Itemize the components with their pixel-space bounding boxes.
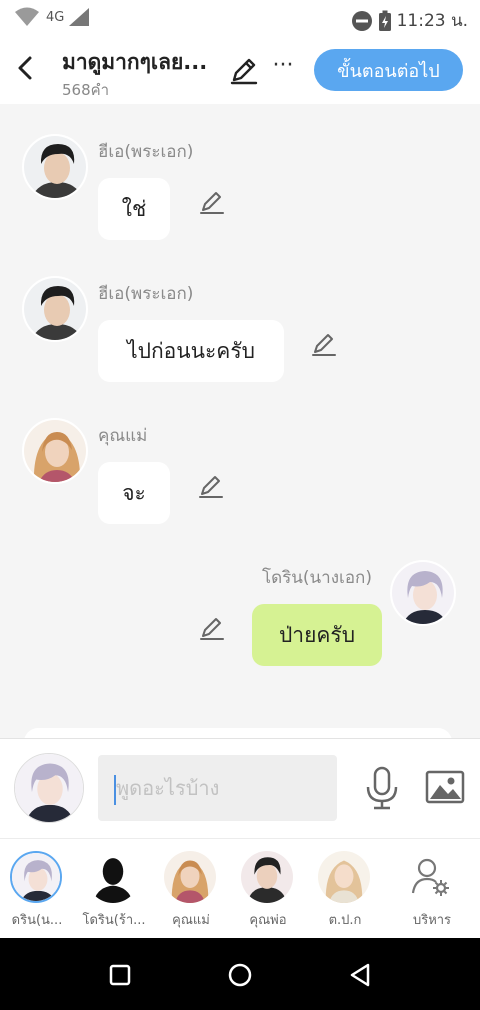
avatar-woman-blonde[interactable] [22, 418, 88, 484]
message-bubble[interactable]: จะ [98, 462, 170, 524]
character-label: ต.ป.ก [328, 913, 362, 928]
character-label: โดริน(ร้า... [82, 913, 146, 928]
text-caret [114, 775, 116, 805]
character-label: บริหาร [412, 913, 452, 928]
message-bubble[interactable]: ไปก่อนนะครับ [98, 320, 284, 382]
edit-message-button[interactable] [198, 188, 226, 216]
recents-button[interactable] [105, 960, 135, 990]
character-avatar-silhouette [87, 851, 139, 903]
sender-name: ฮีเอ(พระเอก) [98, 284, 194, 304]
edit-message-button[interactable] [197, 472, 225, 500]
character-label: คุณแม่ [172, 913, 210, 928]
character-selector: ดริน(น... โดริน(ร้า... คุณแม่ คุณพ่อ ต.ป… [0, 838, 480, 938]
system-nav-bar [0, 938, 480, 1010]
character-avatar-silver-hair [10, 851, 62, 903]
more-options-button[interactable]: ··· [268, 55, 298, 84]
do-not-disturb-icon [351, 10, 372, 31]
edit-title-button[interactable] [228, 54, 260, 86]
manage-icon [405, 851, 457, 903]
character-item[interactable]: ต.ป.ก [308, 849, 382, 935]
message-bubble[interactable]: ป่ายครับ [252, 604, 382, 666]
signal-icon [69, 8, 90, 26]
pencil-icon [230, 58, 258, 85]
manage-characters-button[interactable]: บริหาร [395, 849, 469, 935]
sender-name: ฮีเอ(พระเอก) [98, 142, 194, 162]
image-icon [425, 770, 465, 804]
character-label: คุณพ่อ [249, 913, 287, 928]
avatar-man-dark-hair[interactable] [22, 276, 88, 342]
sender-name: โดริน(นางเอก) [262, 568, 372, 588]
edit-message-button[interactable] [198, 614, 226, 642]
character-item[interactable]: คุณแม่ [154, 849, 228, 935]
chevron-left-icon [18, 56, 32, 80]
back-nav-button[interactable] [345, 960, 375, 990]
message-composer [0, 738, 480, 838]
avatar-man-dark-hair[interactable] [22, 134, 88, 200]
message-input-box[interactable] [98, 755, 337, 821]
triangle-back-icon [350, 963, 370, 987]
pencil-icon [312, 334, 336, 356]
character-label: ดริน(น... [11, 913, 63, 928]
app-header: มาดูมากๆเลย... 568คำ ··· ขั้นตอนต่อไป [0, 36, 480, 104]
chat-area: ฮีเอ(พระเอก) ใช่ ฮีเอ(พระเอก) ไปก่อนนะคร… [0, 104, 480, 738]
character-avatar-woman-light [318, 851, 370, 903]
character-item[interactable]: โดริน(ร้า... [77, 849, 151, 935]
microphone-icon [366, 766, 398, 810]
wifi-icon [15, 7, 39, 26]
pencil-icon [200, 192, 224, 214]
next-step-button[interactable]: ขั้นตอนต่อไป [314, 49, 463, 91]
pencil-icon [200, 618, 224, 640]
network-type: 4G [46, 9, 65, 25]
story-title: มาดูมากๆเลย... [62, 50, 208, 74]
battery-charging-icon [378, 10, 391, 31]
insert-image-button[interactable] [424, 767, 466, 807]
home-button[interactable] [225, 960, 255, 990]
message-bubble[interactable]: ใช่ [98, 178, 170, 240]
circle-icon [228, 963, 252, 987]
character-avatar-woman-blonde [164, 851, 216, 903]
microphone-button[interactable] [362, 765, 402, 811]
word-count: 568คำ [62, 81, 110, 99]
speaker-avatar[interactable] [14, 753, 84, 823]
character-item[interactable]: คุณพ่อ [231, 849, 305, 935]
sender-name: คุณแม่ [98, 426, 148, 446]
edit-message-button[interactable] [310, 330, 338, 358]
character-item[interactable]: ดริน(น... [0, 849, 74, 935]
status-bar: 4G 11:23 น. [0, 0, 480, 36]
clock: 11:23 น. [396, 11, 468, 31]
message-input[interactable] [98, 755, 337, 821]
character-avatar-man-dark-hair [241, 851, 293, 903]
square-icon [109, 964, 131, 986]
avatar-silver-hair[interactable] [390, 560, 456, 626]
pencil-icon [199, 476, 223, 498]
chat-card-edge [24, 728, 452, 738]
back-button[interactable] [10, 50, 40, 86]
